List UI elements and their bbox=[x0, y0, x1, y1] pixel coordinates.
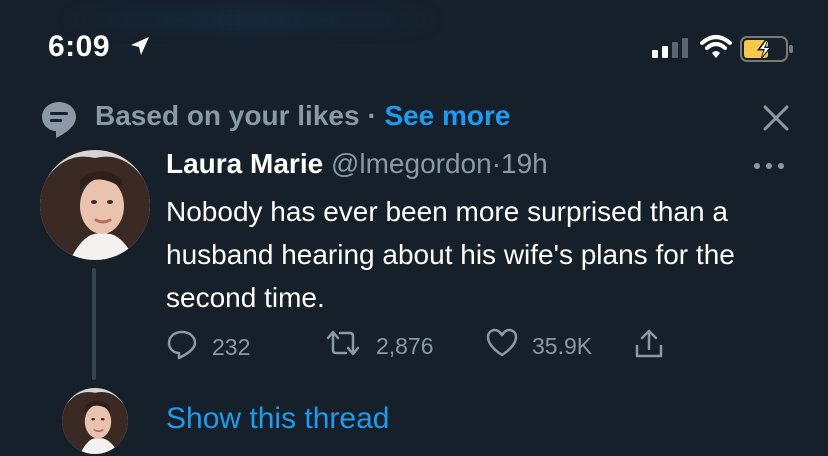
author-name[interactable]: Laura Marie bbox=[166, 148, 323, 179]
author-avatar[interactable] bbox=[40, 150, 150, 260]
cellular-signal-icon bbox=[652, 38, 688, 58]
close-icon[interactable] bbox=[762, 104, 790, 137]
thread-connector-line bbox=[92, 268, 96, 380]
reply-button[interactable]: 232 bbox=[166, 328, 250, 366]
retweet-icon bbox=[324, 328, 362, 364]
like-count: 35.9K bbox=[532, 332, 593, 359]
author-handle[interactable]: @lmegordon bbox=[331, 148, 492, 179]
speech-bubble-icon bbox=[40, 100, 78, 145]
context-label: Based on your likes bbox=[95, 100, 360, 131]
thread-author-avatar[interactable] bbox=[62, 388, 128, 454]
share-icon bbox=[634, 328, 664, 366]
tweet-timestamp[interactable]: 19h bbox=[501, 148, 548, 179]
more-options-icon[interactable] bbox=[752, 158, 786, 176]
wifi-icon bbox=[700, 34, 732, 65]
see-more-link[interactable]: See more bbox=[384, 100, 510, 131]
reply-icon bbox=[166, 328, 198, 366]
context-separator: · bbox=[367, 100, 377, 131]
battery-charging-icon bbox=[740, 35, 794, 68]
reply-count: 232 bbox=[212, 333, 251, 360]
social-context: Based on your likes · See more bbox=[95, 100, 511, 132]
retweet-button[interactable]: 2,876 bbox=[324, 328, 434, 364]
header-separator: · bbox=[491, 148, 502, 179]
tweet-header: Laura Marie @lmegordon·19h bbox=[166, 148, 548, 180]
blurred-header-remnant bbox=[60, 8, 440, 32]
share-button[interactable] bbox=[634, 328, 664, 366]
location-arrow-icon bbox=[128, 34, 152, 63]
show-thread-link[interactable]: Show this thread bbox=[166, 402, 389, 436]
retweet-count: 2,876 bbox=[376, 332, 434, 359]
like-button[interactable]: 35.9K bbox=[486, 328, 592, 364]
tweet-text: Nobody has ever been more surprised than… bbox=[166, 196, 735, 313]
status-bar-time: 6:09 bbox=[48, 30, 111, 63]
heart-icon bbox=[486, 328, 518, 364]
